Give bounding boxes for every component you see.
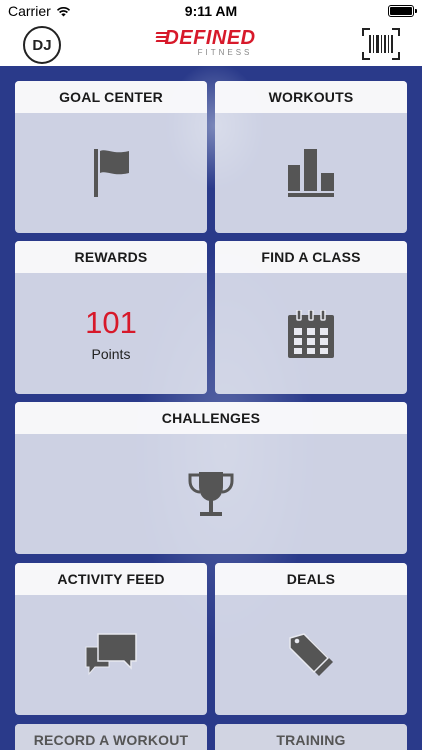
logo-subtext: FITNESS bbox=[197, 48, 253, 57]
dashboard-grid: GOAL CENTER WORKOUTS REWARDS 101 Points bbox=[0, 66, 422, 750]
challenges-tile[interactable]: CHALLENGES bbox=[15, 402, 407, 554]
barcode-button[interactable] bbox=[362, 28, 400, 60]
activity-feed-label: ACTIVITY FEED bbox=[15, 563, 207, 595]
brand-logo: DEFINED FITNESS bbox=[150, 28, 270, 60]
record-a-workout-tile[interactable]: RECORD A WORKOUT bbox=[15, 724, 207, 750]
trophy-icon bbox=[188, 472, 234, 516]
rewards-points-label: Points bbox=[91, 345, 131, 362]
goal-center-tile[interactable]: GOAL CENTER bbox=[15, 81, 207, 233]
find-a-class-label: FIND A CLASS bbox=[215, 241, 407, 273]
rewards-points-value: 101 bbox=[85, 304, 137, 340]
deals-tile[interactable]: DEALS bbox=[215, 563, 407, 715]
record-a-workout-label: RECORD A WORKOUT bbox=[15, 724, 207, 750]
workouts-tile[interactable]: WORKOUTS bbox=[215, 81, 407, 233]
challenges-label: CHALLENGES bbox=[15, 402, 407, 434]
bar-chart-icon bbox=[288, 149, 334, 197]
logo-stripes-icon bbox=[155, 32, 169, 46]
goal-center-label: GOAL CENTER bbox=[15, 81, 207, 113]
avatar-button[interactable]: DJ bbox=[23, 26, 61, 64]
activity-feed-tile[interactable]: ACTIVITY FEED bbox=[15, 563, 207, 715]
deals-label: DEALS bbox=[215, 563, 407, 595]
training-label: TRAINING bbox=[215, 724, 407, 750]
price-tag-icon bbox=[289, 633, 333, 676]
rewards-tile[interactable]: REWARDS 101 Points bbox=[15, 241, 207, 394]
status-bar: Carrier 9:11 AM bbox=[0, 0, 422, 22]
app-header: DJ DEFINED FITNESS bbox=[0, 22, 422, 66]
barcode-icon bbox=[362, 28, 400, 60]
find-a-class-tile[interactable]: FIND A CLASS bbox=[215, 241, 407, 394]
chat-bubbles-icon bbox=[85, 633, 137, 676]
workouts-label: WORKOUTS bbox=[215, 81, 407, 113]
battery-icon bbox=[388, 5, 417, 17]
rewards-label: REWARDS bbox=[15, 241, 207, 273]
status-time: 9:11 AM bbox=[184, 3, 238, 19]
avatar-initials: DJ bbox=[32, 36, 52, 54]
training-tile[interactable]: TRAINING bbox=[215, 724, 407, 750]
flag-icon bbox=[94, 149, 129, 197]
logo-text: DEFINED bbox=[164, 27, 256, 49]
calendar-icon bbox=[288, 309, 334, 358]
